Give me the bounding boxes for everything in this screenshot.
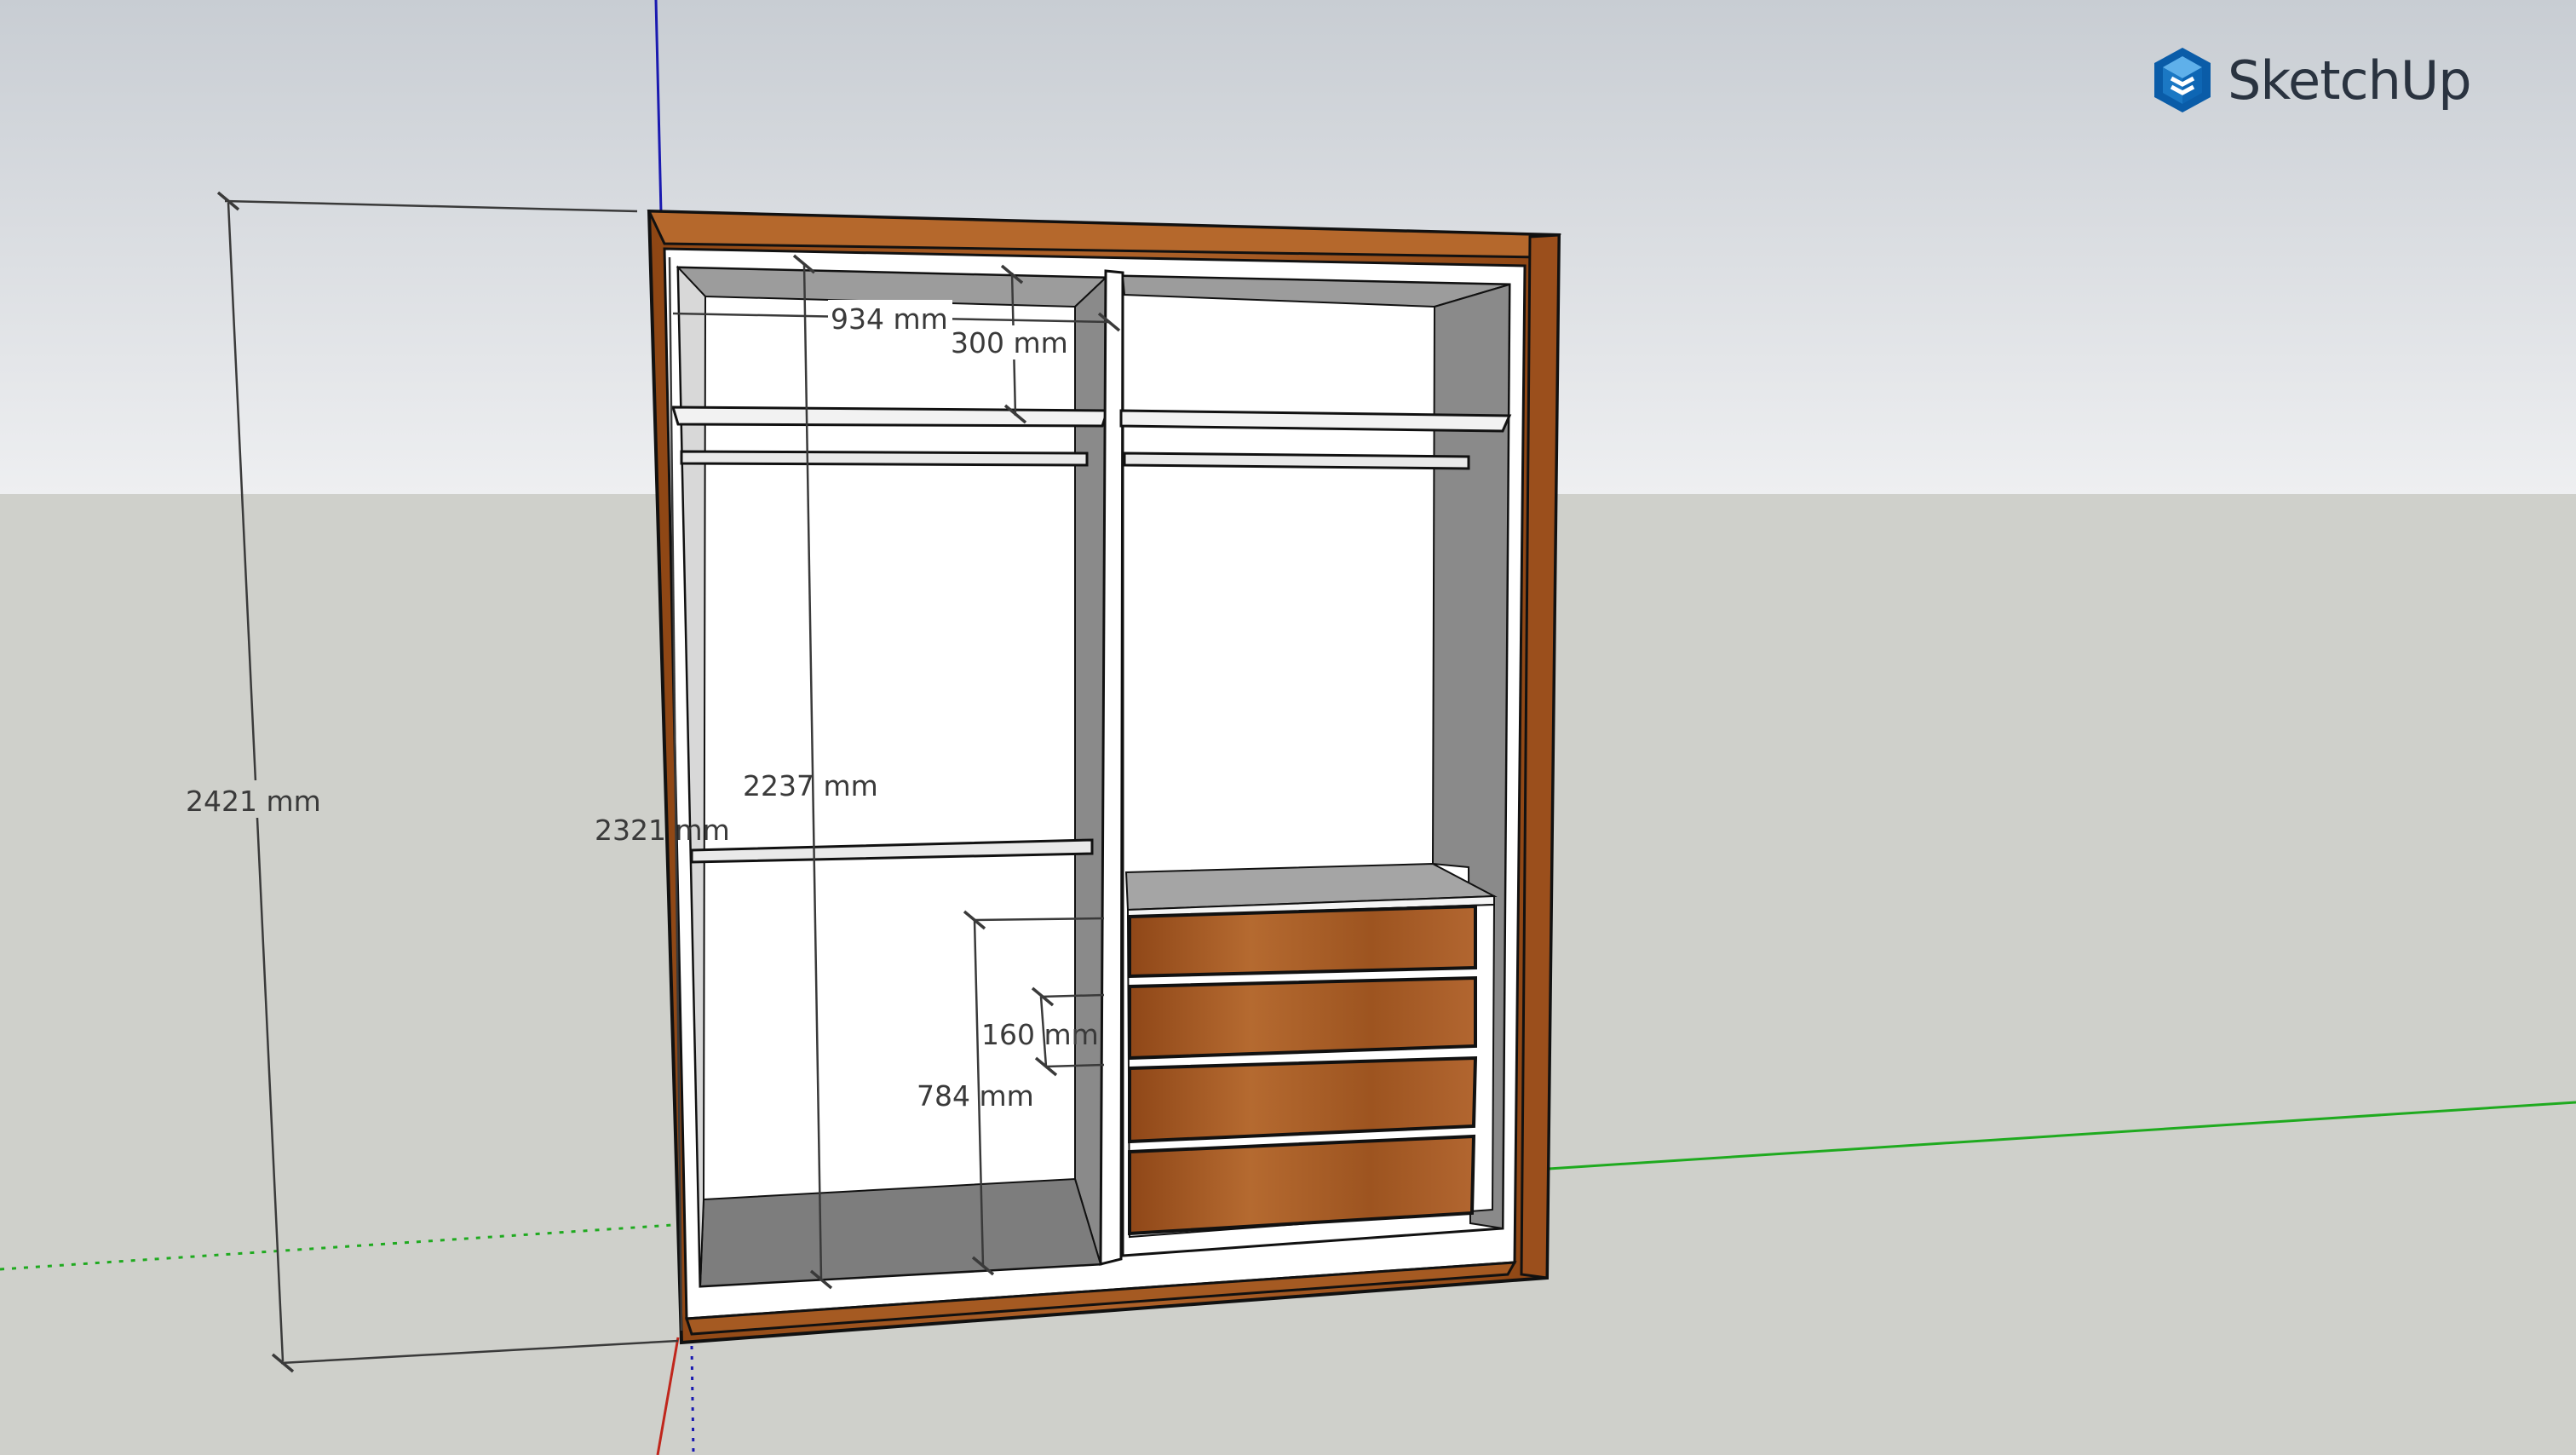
dimension-label-drawer-unit-height: 784 mm [917,1079,1034,1113]
drawer-3 [1128,1055,1478,1144]
right-compartment [1119,274,1512,1257]
drawer-2 [1128,975,1477,1061]
sketchup-logo-icon [2154,48,2211,112]
right-shelf [1119,409,1512,433]
right-upper-rail [1123,451,1470,470]
dimension-label-drawer-height: 160 mm [981,1018,1099,1051]
dimension-label-compartment-width: 934 mm [831,302,948,336]
dimension-label-compartment-height: 2237 mm [743,769,878,802]
center-divider [1099,269,1124,1266]
left-upper-rail [680,450,1089,467]
dimension-label-overall-height: 2421 mm [186,785,321,818]
dimension-label-top-shelf-height: 300 mm [951,326,1068,359]
left-compartment [670,265,1110,1288]
app-name: SketchUp [2228,49,2472,112]
drawer-1 [1128,904,1477,979]
left-shelf [670,405,1110,428]
sketchup-logo: SketchUp [2151,44,2472,116]
model-viewport[interactable]: 2421 mm 2321 mm 2237 mm 934 mm 300 mm 16… [0,0,2576,1455]
dimension-label-inner-height: 2321 mm [595,814,730,847]
